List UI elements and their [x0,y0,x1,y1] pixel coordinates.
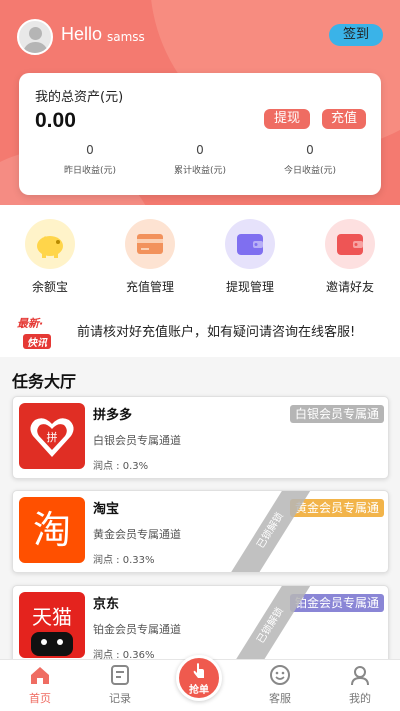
tab-label: 首页 [29,692,51,705]
quick-invite-friends[interactable]: 邀请好友 [310,219,390,295]
notice-bar[interactable]: 最新· 快讯 前请核对好充值账户，如有疑问请咨询在线客服! [0,295,400,357]
news-tag-bottom: 快讯 [23,334,51,349]
stat-value: 0 [86,143,94,157]
avatar-head [29,27,42,40]
member-badge: 黄金会员专属通 [289,499,384,517]
wallet-icon [225,219,275,269]
stat-today: 0 今日收益(元) [255,143,365,176]
home-icon [29,664,51,686]
member-badge: 白银会员专属通 [289,405,384,423]
tab-label: 记录 [109,692,131,705]
member-badge: 铂金会员专属通 [289,594,384,612]
task-card-pinduoduo[interactable]: 拼 拼多多 白银会员专属通道 润点 : 0.3% 白银会员专属通 [12,396,389,479]
username: samss [107,30,145,44]
stat-total: 0 累计收益(元) [145,143,255,176]
quick-label: 邀请好友 [325,280,374,294]
taobao-logo-icon: 淘 [19,497,85,563]
tab-service[interactable]: 客服 [250,664,310,706]
tab-home[interactable]: 首页 [10,664,70,706]
greeting-text: Hello [61,24,103,44]
tab-label: 我的 [349,692,371,705]
stat-yesterday: 0 昨日收益(元) [35,143,145,176]
task-channel: 铂金会员专属通道 [93,623,181,636]
tab-mine[interactable]: 我的 [330,664,390,706]
svg-text:天猫: 天猫 [32,605,72,629]
tap-hand-icon [193,663,204,678]
stat-label: 昨日收益(元) [63,166,117,176]
svg-text:拼: 拼 [47,430,58,444]
quick-label: 充值管理 [125,280,174,294]
recharge-button[interactable]: 充值 [322,109,366,129]
quick-withdraw-manage[interactable]: 提现管理 [210,219,290,295]
task-name: 淘宝 [93,502,120,517]
avatar[interactable] [17,19,53,55]
quick-label: 提现管理 [225,280,274,294]
grab-label: 抢单 [189,685,209,696]
task-name: 京东 [93,597,120,612]
task-channel: 黄金会员专属通道 [93,528,181,541]
task-rate: 润点 : 0.3% [93,461,149,472]
asset-card: 我的总资产(元) 0.00 提现 充值 0 昨日收益(元) 0 累计收益(元) … [19,73,381,195]
quick-recharge-manage[interactable]: 充值管理 [110,219,190,295]
gift-wallet-icon [325,219,375,269]
pinduoduo-logo-icon: 拼 [19,403,85,469]
records-icon [109,664,131,686]
service-smile-icon [269,664,291,686]
tab-records[interactable]: 记录 [90,664,150,706]
quick-actions: 余额宝 充值管理 提现管理 邀请好友 [0,205,400,295]
task-name: 拼多多 [93,408,133,423]
tmall-logo-icon: 天猫 [19,592,85,658]
grab-order-button[interactable]: 抢单 [176,655,222,701]
news-tag: 最新· 快讯 [17,315,65,350]
stat-value: 0 [196,143,204,157]
user-icon [349,664,371,686]
stat-label: 今日收益(元) [283,166,337,176]
piggy-bank-icon [25,219,75,269]
signin-button[interactable]: 签到 [329,24,383,46]
task-rate: 润点 : 0.33% [93,555,155,566]
quick-label: 余额宝 [31,280,68,294]
task-card-taobao[interactable]: 淘 淘宝 黄金会员专属通道 润点 : 0.33% 黄金会员专属通 已锁解锁 [12,490,389,573]
asset-total: 0.00 [35,109,76,132]
asset-title: 我的总资产(元) [35,90,124,105]
card-icon [125,219,175,269]
tab-label: 客服 [269,692,291,705]
task-channel: 白银会员专属通道 [93,434,181,447]
news-tag-top: 最新· [17,317,44,330]
stat-label: 累计收益(元) [173,166,227,176]
section-title: 任务大厅 [12,372,77,391]
notice-text: 前请核对好充值账户，如有疑问请咨询在线客服! [77,325,356,340]
stat-value: 0 [306,143,314,157]
withdraw-button[interactable]: 提现 [264,109,310,129]
quick-yuebao[interactable]: 余额宝 [10,219,90,295]
svg-text:淘: 淘 [33,508,71,552]
